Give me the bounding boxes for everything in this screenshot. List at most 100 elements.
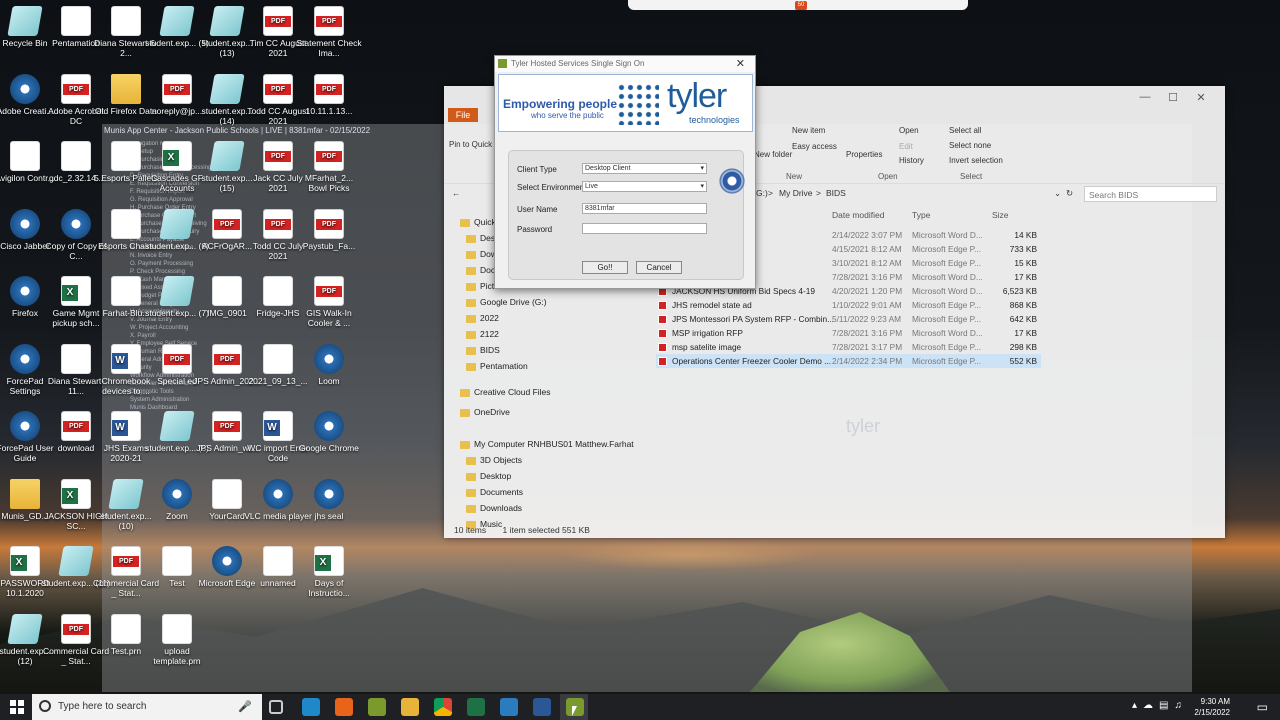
desktop-icon[interactable]: MFarhat_2... Bowl Picks [295, 141, 363, 193]
pdf-file-icon [162, 343, 192, 374]
gear-icon[interactable] [718, 167, 746, 195]
nav-item[interactable]: 2022 [466, 310, 499, 326]
clock[interactable]: 9:30 AM 2/15/2022 [1194, 694, 1230, 718]
nav-item[interactable]: 2122 [466, 326, 499, 342]
desktop-icon[interactable]: Google Chrome [295, 411, 363, 453]
taskbar: Type here to search 🎤 ▴☁▤♫ 9:30 AM 2/15/… [0, 694, 1280, 720]
folder-file-icon [111, 73, 141, 104]
file-tab[interactable]: File [448, 108, 478, 122]
serve-text: who serve the public [531, 111, 604, 120]
notification-badge: 50 [795, 1, 807, 10]
chevron-down-icon[interactable]: ⌄ [1054, 188, 1061, 199]
nav-item[interactable]: Creative Cloud Files [460, 384, 551, 400]
environment-select[interactable]: Live ▾ [582, 181, 707, 192]
open-button[interactable]: Open [899, 126, 919, 135]
sso-dialog[interactable]: Tyler Hosted Services Single Sign On ✕ E… [494, 55, 756, 289]
nav-item[interactable]: Pentamation [466, 358, 528, 374]
microphone-icon[interactable]: 🎤 [238, 700, 252, 713]
easy-access-button[interactable]: Easy access [792, 142, 837, 151]
glass-file-icon [209, 6, 245, 36]
desktop-icon[interactable]: 10.11.1.13... [295, 73, 363, 116]
munis-menu-item: X. Payroll [130, 333, 156, 339]
history-button[interactable]: History [899, 156, 924, 165]
firefox-taskbar-icon[interactable] [335, 698, 353, 716]
windows-start-icon[interactable] [10, 700, 24, 714]
munis-taskbar-icon[interactable] [368, 698, 386, 716]
file-type: Microsoft Word D... [912, 286, 983, 296]
task-view-icon[interactable] [269, 700, 283, 714]
column-type[interactable]: Type [912, 210, 930, 220]
nav-item[interactable]: Desktop [466, 468, 511, 484]
desktop-icon[interactable]: GIS Walk-In Cooler & ... [295, 276, 363, 328]
refresh-icon[interactable]: ↻ [1066, 188, 1073, 199]
path-part-mydrive[interactable]: My Drive [779, 188, 813, 198]
pdf-file-icon [61, 73, 91, 104]
cancel-button[interactable]: Cancel [636, 261, 682, 274]
column-size[interactable]: Size [992, 210, 1009, 220]
username-field[interactable]: 8381mfar [582, 203, 707, 214]
word-file-icon [263, 411, 293, 441]
nav-item[interactable]: Downloads [466, 500, 522, 516]
clock-time: 9:30 AM [1200, 697, 1230, 706]
edge-taskbar-icon[interactable] [302, 698, 320, 716]
glass-file-icon [58, 546, 94, 576]
file-row[interactable]: Operations Center Freezer Cooler Demo ..… [656, 354, 1041, 368]
desktop-icon[interactable]: Paystub_Fa... [295, 208, 363, 251]
desktop-icon[interactable]: Loom [295, 343, 363, 386]
back-arrow-icon[interactable]: ← [452, 188, 461, 198]
jabber-taskbar-icon[interactable] [500, 698, 518, 716]
circle-file-icon [314, 343, 344, 374]
pdf-file-icon [61, 411, 91, 441]
desktop-icon[interactable]: jhs seal [295, 478, 363, 521]
invert-selection-button[interactable]: Invert selection [949, 156, 1003, 165]
maximize-button[interactable]: ☐ [1159, 91, 1187, 104]
close-button[interactable]: ✕ [1187, 91, 1215, 104]
column-date-modified[interactable]: Date modified [832, 210, 884, 220]
word-taskbar-icon[interactable] [533, 698, 551, 716]
go-button[interactable]: Go!! [582, 261, 628, 274]
notification-icon[interactable]: ▭ [1257, 700, 1268, 714]
new-folder-button[interactable]: New folder [754, 150, 792, 159]
file-row[interactable]: msp satelite image 7/28/2021 3:17 PM Micro… [656, 340, 1041, 354]
file-row[interactable]: MSP irrigation RFP 7/28/2021 3:16 PM Micro… [656, 326, 1041, 340]
excel-taskbar-icon[interactable] [467, 698, 485, 716]
file-explorer-taskbar-icon[interactable] [401, 698, 419, 716]
minimize-button[interactable]: — [1131, 91, 1159, 103]
nav-item[interactable]: My Computer RNHBUS01 Matthew.Farhat [460, 436, 634, 452]
file-row[interactable]: JHS remodel state ad 1/10/2022 9:01 AM Mic… [656, 298, 1041, 312]
taskbar-search-input[interactable]: Type here to search 🎤 [32, 694, 262, 720]
new-item-button[interactable]: New item [792, 126, 825, 135]
select-all-button[interactable]: Select all [949, 126, 981, 135]
desktop-icon[interactable]: Statement Check Ima... [295, 6, 363, 58]
password-field[interactable] [582, 223, 707, 234]
nav-item[interactable]: BIDS [466, 342, 500, 358]
glass-file-icon [209, 141, 245, 171]
desktop-icon[interactable]: upload template.prn [143, 613, 211, 666]
nav-item[interactable]: Documents [466, 484, 523, 500]
desktop-icon[interactable]: Days of Instructio... [295, 546, 363, 598]
close-icon[interactable]: ✕ [736, 57, 745, 70]
path-part-bids[interactable]: BIDS [826, 188, 846, 198]
system-tray-icons[interactable]: ▴☁▤♫ [1132, 700, 1188, 711]
pin-quick-access-button[interactable]: Pin to Quick access [449, 140, 519, 149]
glass-file-icon [159, 6, 195, 36]
glass-file-icon [7, 613, 43, 644]
path-part-drive[interactable]: G:) [756, 188, 768, 198]
circle-file-icon [10, 276, 40, 306]
desktop-icon-label: Paystub_Fa... [302, 240, 356, 251]
file-type: Microsoft Edge P... [912, 300, 982, 310]
properties-button[interactable]: Properties [846, 150, 882, 159]
nav-item[interactable]: OneDrive [460, 404, 510, 420]
search-input[interactable]: Search BIDS [1084, 186, 1217, 202]
select-none-button[interactable]: Select none [949, 141, 991, 150]
edit-button[interactable]: Edit [899, 142, 913, 151]
chrome-taskbar-icon[interactable] [434, 698, 452, 716]
file-type: Microsoft Edge P... [912, 258, 982, 268]
file-row[interactable]: JPS Montessori PA System RFP - Combin...… [656, 312, 1041, 326]
password-label: Password [517, 225, 553, 234]
nav-item[interactable]: 3D Objects [466, 452, 522, 468]
nav-item[interactable]: Google Drive (G:) [466, 294, 547, 310]
client-type-select[interactable]: Desktop Client ▾ [582, 163, 707, 174]
circle-file-icon [263, 478, 293, 509]
nav-item-label: Pentamation [480, 361, 528, 371]
